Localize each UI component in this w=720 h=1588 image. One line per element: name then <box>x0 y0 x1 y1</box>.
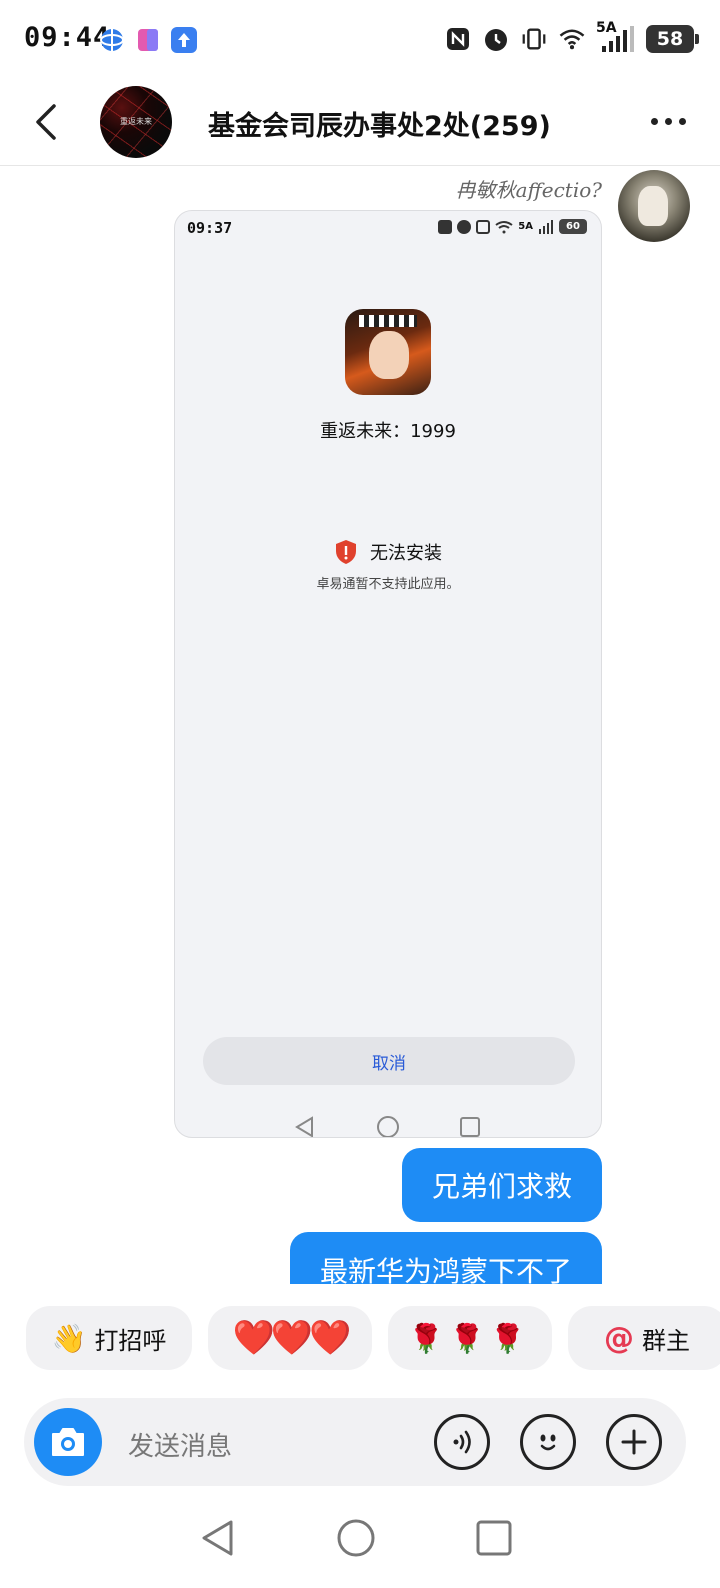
error-detail: 卓易通暂不支持此应用。 <box>316 577 460 592</box>
nav-recents-icon[interactable] <box>476 1520 512 1556</box>
signal-bars-icon <box>602 26 634 52</box>
quick-reply-bar: 👋 打招呼 ❤️❤️❤️ 🌹🌹🌹 @ 群主 <box>0 1306 720 1372</box>
message-bubble[interactable]: 最新华为鸿蒙下不了 <box>289 1232 602 1284</box>
nfc-icon <box>444 24 472 54</box>
quick-reply-hearts[interactable]: ❤️❤️❤️ <box>208 1306 372 1370</box>
camera-button[interactable] <box>34 1408 102 1476</box>
browser-app-icon <box>98 26 126 54</box>
smiley-icon <box>540 1434 556 1451</box>
at-sign-icon: @ <box>604 1320 634 1356</box>
vibrate-icon <box>476 219 491 234</box>
more-dot-icon <box>665 118 672 125</box>
more-dot-icon <box>679 118 686 125</box>
image-message-screenshot[interactable]: 09:37 5A 60 重返未来：1999 无法安装 卓易通暂不支持此应用。 取… <box>174 210 602 1138</box>
network-type: 5A <box>518 221 533 232</box>
battery-indicator: 58 <box>646 25 699 53</box>
error-title: 无法安装 <box>370 543 442 564</box>
battery-indicator: 60 <box>559 219 587 234</box>
message-input[interactable]: 发送消息 <box>128 1426 232 1463</box>
screenshot-clock: 09:37 <box>187 219 233 237</box>
hearts-icon: ❤️❤️❤️ <box>232 1318 351 1358</box>
chevron-left-icon <box>36 104 56 140</box>
game-app-icon <box>345 309 431 395</box>
group-avatar[interactable]: 重返未来 <box>100 86 172 158</box>
quick-reply-label: 群主 <box>642 1326 690 1355</box>
emoji-button[interactable] <box>520 1414 576 1470</box>
sender-avatar[interactable] <box>618 170 690 242</box>
nfc-icon <box>438 219 453 234</box>
system-nav-bar <box>202 1519 512 1557</box>
camera-icon <box>52 1428 84 1456</box>
wifi-icon <box>558 24 586 54</box>
quick-reply-roses[interactable]: 🌹🌹🌹 <box>388 1306 552 1370</box>
back-button[interactable] <box>30 100 66 144</box>
chat-title[interactable]: 基金会司辰办事处2处(259) <box>208 104 551 143</box>
cancel-button: 取消 <box>203 1037 575 1085</box>
notes-app-icon <box>134 26 162 54</box>
voice-button[interactable] <box>434 1414 490 1470</box>
alarm-icon <box>457 219 472 234</box>
nav-home-icon[interactable] <box>337 1519 375 1557</box>
screenshot-nav-bar <box>295 1116 480 1137</box>
waving-hand-emoji-icon: 👋 <box>51 1321 87 1355</box>
update-app-icon <box>170 26 198 54</box>
nav-back-icon[interactable] <box>202 1520 233 1556</box>
message-input-bar: 发送消息 <box>24 1398 686 1486</box>
message-bubble[interactable]: 兄弟们求救 <box>401 1148 602 1222</box>
vibrate-icon <box>520 24 548 54</box>
quick-reply-label: 打招呼 <box>94 1326 167 1355</box>
quick-reply-greet[interactable]: 👋 打招呼 <box>26 1306 192 1370</box>
app-name: 重返未来：1999 <box>320 421 456 442</box>
message-list-edge <box>0 1284 720 1304</box>
alarm-icon <box>482 24 510 54</box>
plus-icon <box>621 1429 647 1455</box>
quick-reply-mention-owner[interactable]: @ 群主 <box>568 1306 720 1370</box>
install-error: 无法安装 <box>175 539 601 565</box>
more-options-button[interactable] <box>651 118 686 125</box>
voice-wave-icon <box>453 1430 471 1454</box>
signal-bars-icon <box>539 219 553 234</box>
more-actions-button[interactable] <box>606 1414 662 1470</box>
shield-warning-icon <box>336 540 356 564</box>
wifi-icon <box>495 220 513 233</box>
sender-name: 冉敏秋affectio? <box>455 178 602 202</box>
group-avatar-text: 重返未来 <box>120 117 152 126</box>
screenshot-status-icons: 5A 60 <box>438 219 587 234</box>
status-bar: 09:44 5A 58 <box>0 0 720 80</box>
cellular-signal: 5A <box>596 20 636 54</box>
more-dot-icon <box>651 118 658 125</box>
roses-icon: 🌹🌹🌹 <box>408 1321 532 1355</box>
chat-header: 重返未来 基金会司辰办事处2处(259) <box>0 80 720 166</box>
